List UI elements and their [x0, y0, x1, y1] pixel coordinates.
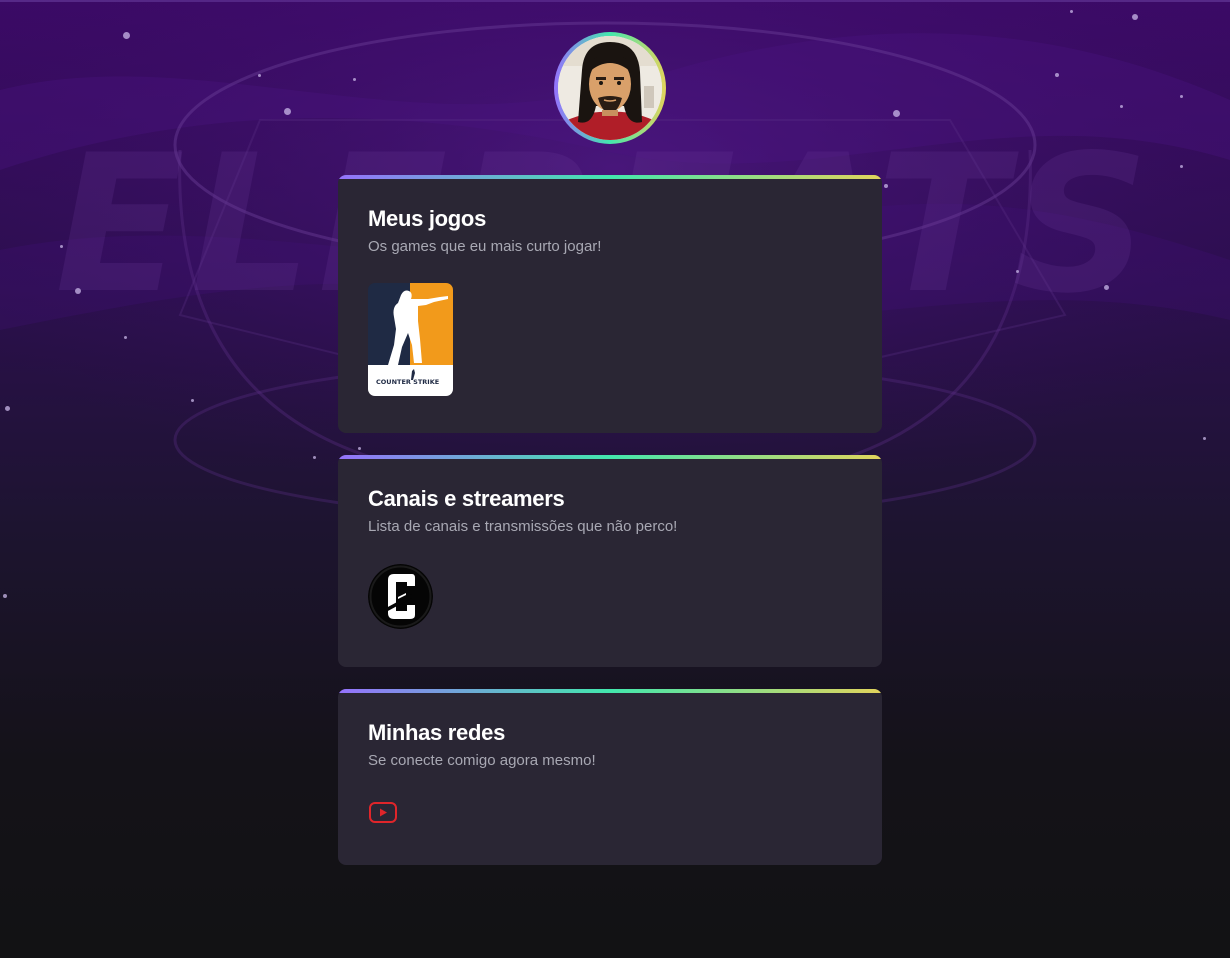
- counter-strike-logo-text: COUNTER STRIKE: [376, 378, 439, 386]
- youtube-link[interactable]: [368, 801, 398, 825]
- games-title: Meus jogos: [368, 206, 487, 231]
- channels-title: Canais e streamers: [368, 486, 565, 511]
- top-border: [0, 0, 1230, 2]
- games-subtitle: Os games que eu mais curto jogar!: [368, 238, 602, 255]
- social-subtitle: Se conecte comigo agora mesmo!: [368, 752, 596, 769]
- avatar: [558, 36, 662, 140]
- channels-card: Canais e streamers Lista de canais e tra…: [338, 455, 882, 667]
- counter-strike-icon: COUNTER STRIKE: [368, 283, 453, 396]
- avatar-image: [558, 36, 662, 140]
- youtube-icon: [369, 802, 397, 823]
- gaules-channel-icon: [368, 564, 433, 629]
- channels-subtitle: Lista de canais e transmissões que não p…: [368, 518, 678, 535]
- channel-link-gaules[interactable]: [368, 564, 433, 629]
- profile-avatar: [554, 32, 666, 144]
- social-card: Minhas redes Se conecte comigo agora mes…: [338, 689, 882, 865]
- social-title: Minhas redes: [368, 720, 506, 745]
- game-link-csgo[interactable]: COUNTER STRIKE: [368, 283, 453, 396]
- games-card: Meus jogos Os games que eu mais curto jo…: [338, 175, 882, 433]
